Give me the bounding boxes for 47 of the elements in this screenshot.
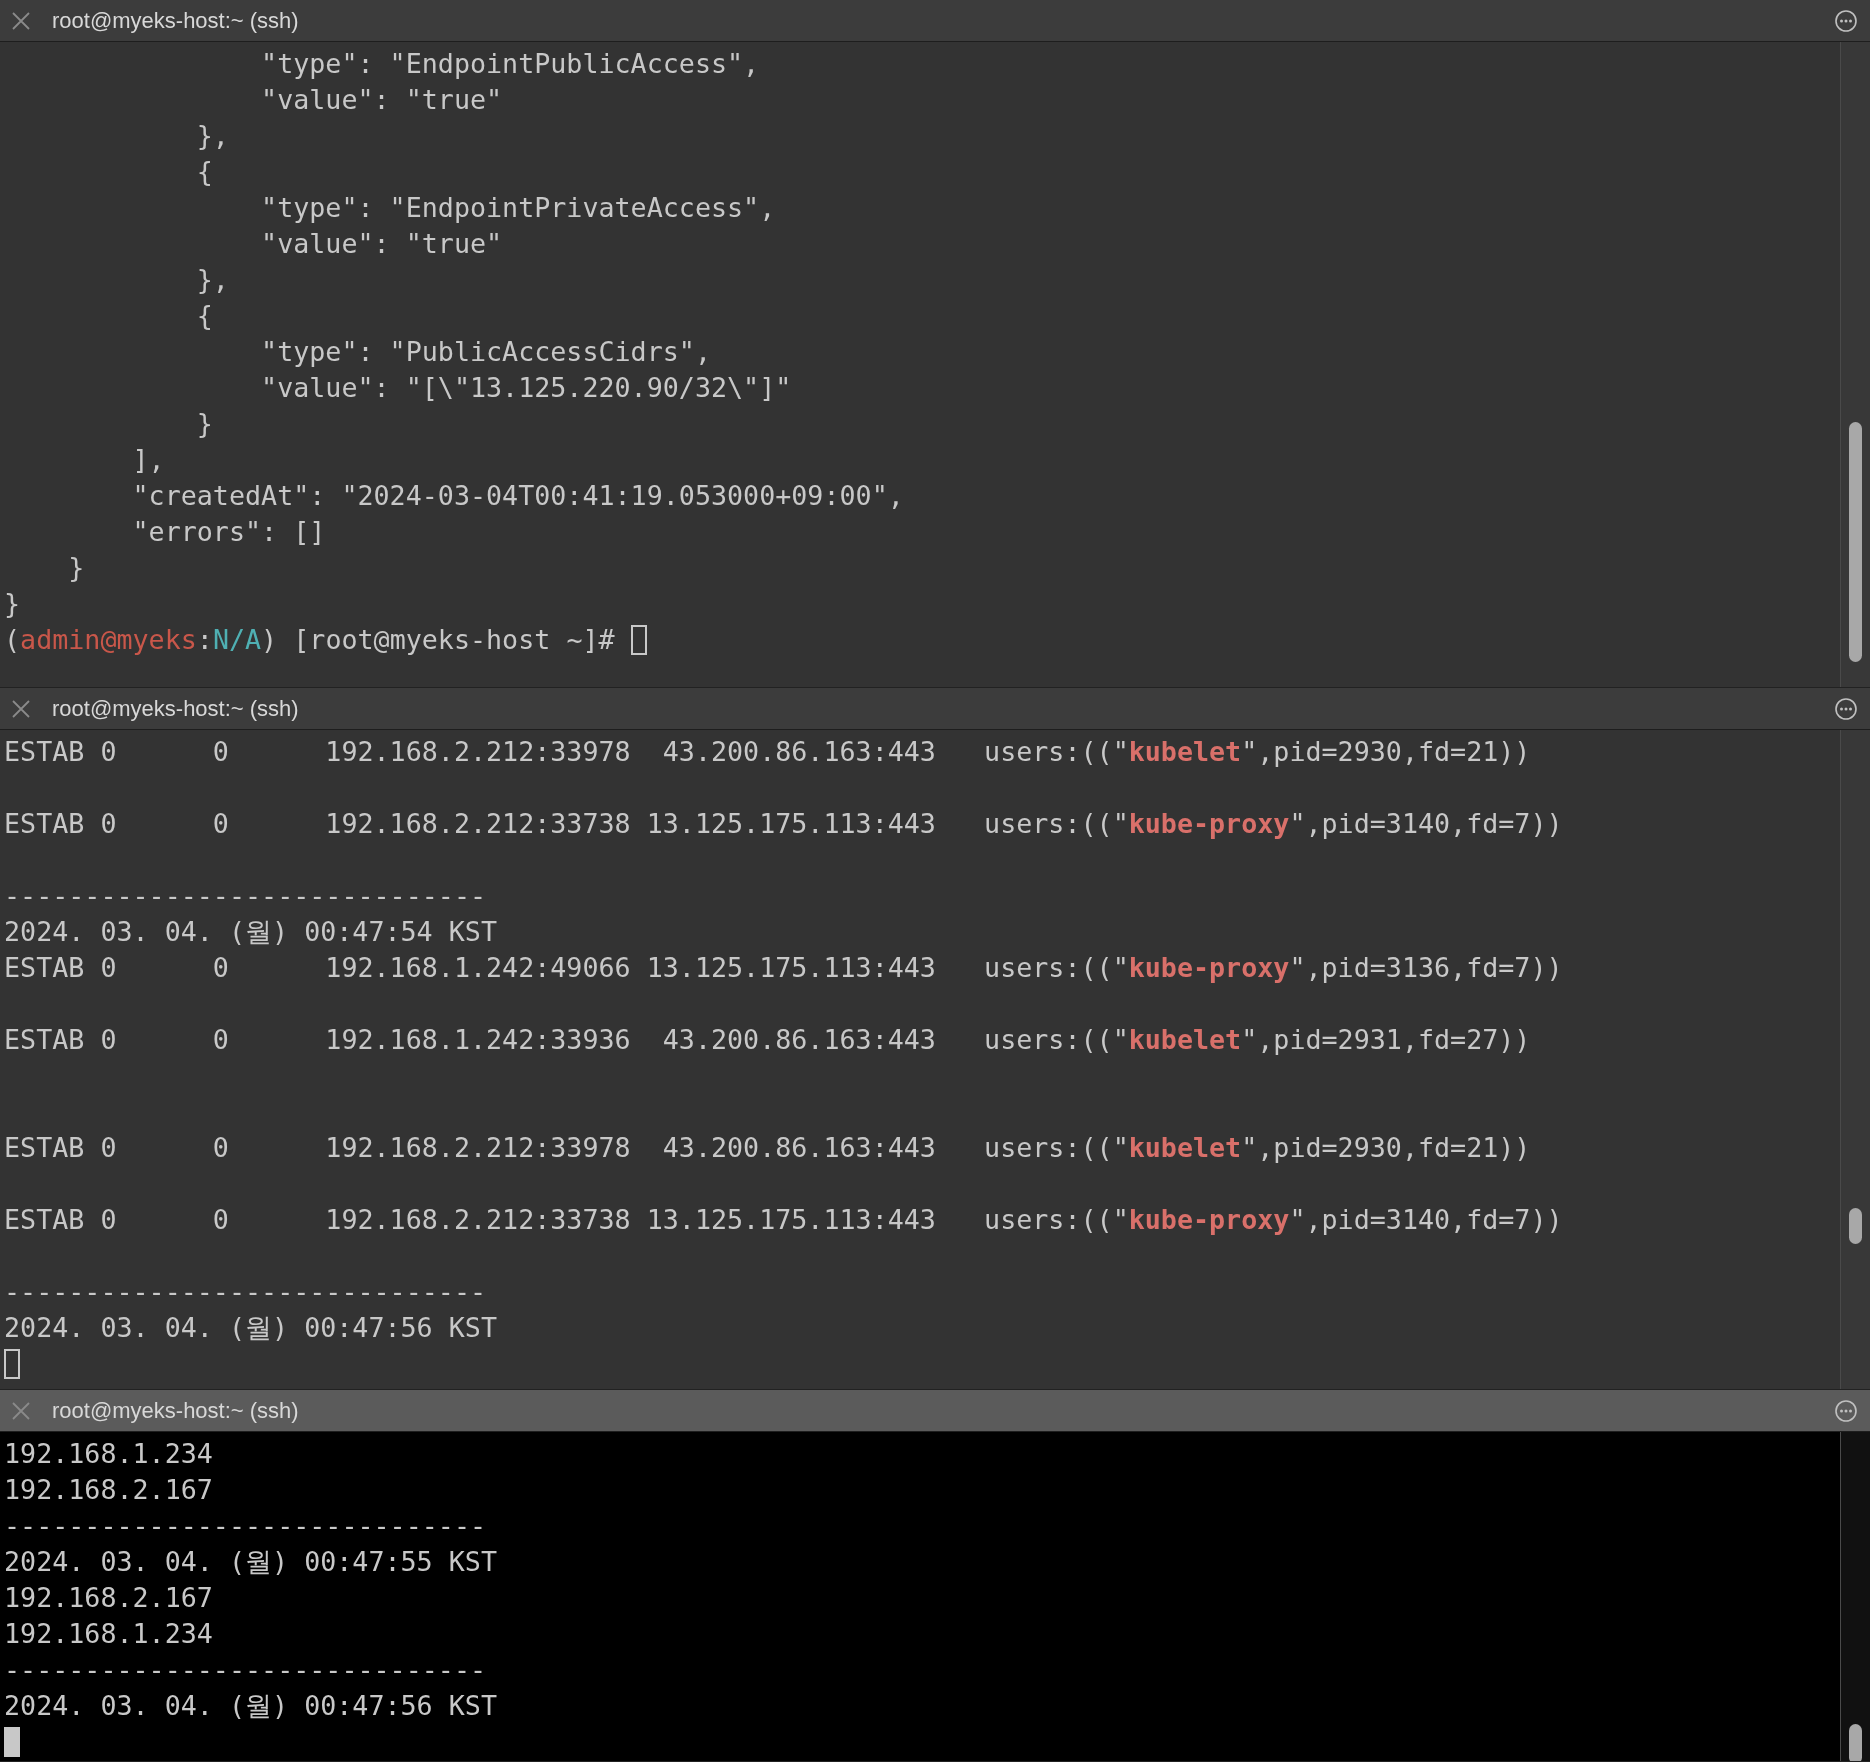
- terminal-line: "errors": []: [131, 516, 326, 547]
- pane-title: root@myeks-host:~ (ssh): [52, 1397, 299, 1425]
- terminal-line: }: [67, 552, 85, 583]
- terminal-line: 192.168.1.234: [4, 1438, 213, 1469]
- terminal-line: ESTAB 0 0 192.168.2.212:33978 43.200.86.163:443 users:(("kubelet",pid=2930,fd=21)): [4, 736, 1531, 767]
- close-icon[interactable]: [10, 697, 32, 720]
- more-icon[interactable]: [1834, 696, 1858, 721]
- shell-prompt: (admin@myeks:N/A) [root@myeks-host ~]#: [4, 623, 616, 657]
- close-icon[interactable]: [10, 1399, 32, 1422]
- scrollbar-thumb[interactable]: [1849, 1208, 1862, 1244]
- terminal-line: ------------------------------: [4, 1276, 487, 1307]
- terminal-line: }: [195, 408, 213, 439]
- terminal-line: ESTAB 0 0 192.168.2.212:33978 43.200.86.163:443 users:(("kubelet",pid=2930,fd=21)): [4, 1132, 1531, 1163]
- terminal-line: ------------------------------: [4, 1510, 487, 1541]
- more-icon[interactable]: [1834, 8, 1858, 33]
- terminal-line: {: [195, 300, 213, 331]
- pane-title: root@myeks-host:~ (ssh): [52, 7, 299, 35]
- close-icon[interactable]: [10, 9, 32, 32]
- terminal-line: "type": "EndpointPublicAccess",: [260, 48, 760, 79]
- terminal-line: ],: [131, 444, 165, 475]
- scrollbar-thumb[interactable]: [1849, 422, 1862, 662]
- terminal-line: "value": "[\"13.125.220.90/32\"]": [260, 372, 792, 403]
- terminal-line: 2024. 03. 04. (월) 00:47:56 KST: [4, 1312, 497, 1343]
- terminal-line: "type": "EndpointPrivateAccess",: [260, 192, 776, 223]
- terminal-line: ------------------------------: [4, 1654, 487, 1685]
- terminal-line: 192.168.2.167: [4, 1474, 213, 1505]
- terminal-line: "value": "true": [260, 84, 503, 115]
- terminal-line: 2024. 03. 04. (월) 00:47:55 KST: [4, 1546, 497, 1577]
- terminal-line: ------------------------------: [4, 880, 487, 911]
- terminal-line: 192.168.2.167: [4, 1582, 213, 1613]
- terminal-line: ESTAB 0 0 192.168.2.212:33738 13.125.175.113:443 users:(("kube-proxy",pid=3140,fd=7)): [4, 808, 1563, 839]
- terminal-line: "createdAt": "2024-03-04T00:41:19.053000+09:00",: [131, 480, 904, 511]
- terminal-line: ESTAB 0 0 192.168.1.242:49066 13.125.175.113:443 users:(("kube-proxy",pid=3136,fd=7)): [4, 952, 1563, 983]
- terminal-line: ESTAB 0 0 192.168.1.242:33936 43.200.86.163:443 users:(("kubelet",pid=2931,fd=27)): [4, 1024, 1531, 1055]
- terminal-line: },: [195, 264, 229, 295]
- terminal-line: 2024. 03. 04. (월) 00:47:54 KST: [4, 916, 497, 947]
- terminal-line: {: [195, 156, 213, 187]
- terminal-line: ESTAB 0 0 192.168.2.212:33738 13.125.175.113:443 users:(("kube-proxy",pid=3140,fd=7)): [4, 1204, 1563, 1235]
- scrollbar-thumb[interactable]: [1849, 1724, 1862, 1761]
- terminal-line: "value": "true": [260, 228, 503, 259]
- pane-title: root@myeks-host:~ (ssh): [52, 695, 299, 723]
- terminal-line: 2024. 03. 04. (월) 00:47:56 KST: [4, 1690, 497, 1721]
- terminal-line: "type": "PublicAccessCidrs",: [260, 336, 711, 367]
- terminal-line: }: [4, 588, 21, 619]
- terminal-line: },: [195, 120, 229, 151]
- more-icon[interactable]: [1834, 1398, 1858, 1423]
- terminal-line: 192.168.1.234: [4, 1618, 213, 1649]
